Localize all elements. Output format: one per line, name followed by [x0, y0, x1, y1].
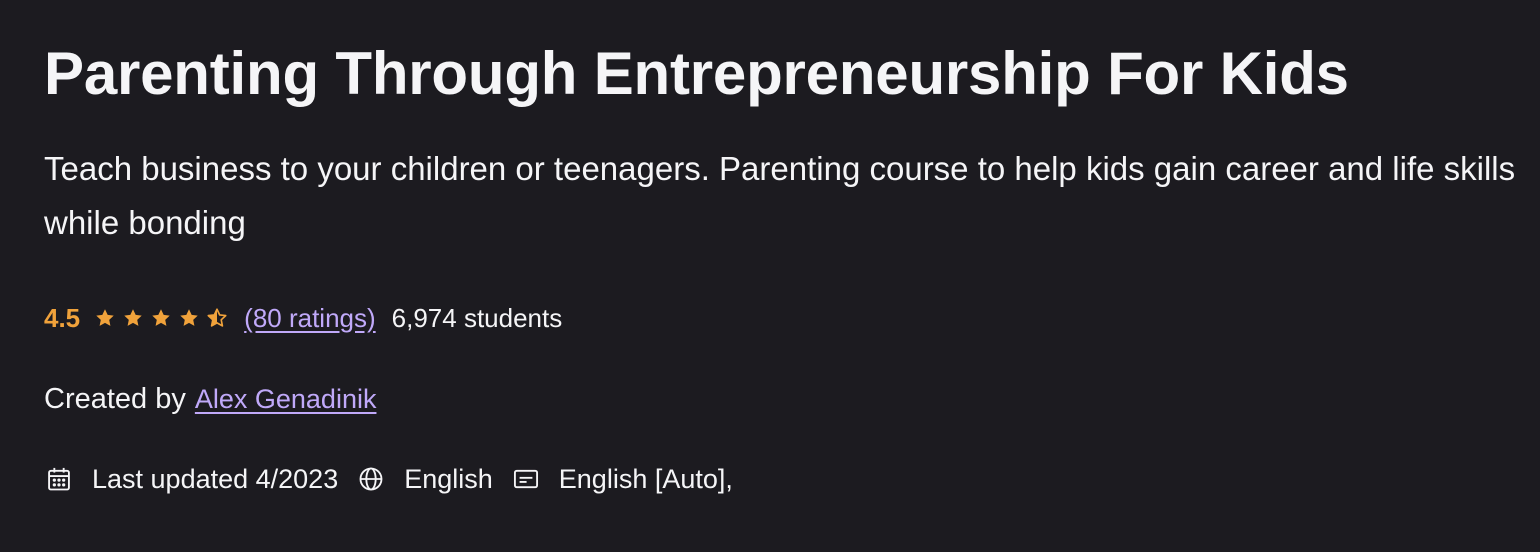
star-icon — [152, 309, 170, 326]
course-meta-row: Last updated 4/2023 English English [Aut… — [44, 460, 733, 498]
rating-score: 4.5 — [44, 302, 81, 333]
last-updated-text: Last updated 4/2023 — [92, 463, 339, 494]
instructor-link[interactable]: Alex Genadinik — [195, 384, 377, 415]
star-icon — [124, 309, 142, 326]
last-updated: Last updated 4/2023 — [44, 464, 338, 495]
globe-icon — [356, 464, 386, 494]
captions-text: English [Auto], — [558, 463, 733, 494]
ratings-count-link[interactable]: (80 ratings) — [244, 303, 376, 334]
star-icon — [180, 309, 198, 326]
creator-row: Created by Alex Genadinik — [44, 380, 376, 418]
star-half-icon — [207, 308, 227, 327]
closed-captions-icon — [511, 464, 541, 494]
course-language: English — [356, 464, 493, 495]
star-rating — [94, 307, 228, 329]
students-count: 6,974 students — [391, 302, 563, 333]
rating-row: 4.5 (80 ratings) 6,974 students — [44, 300, 562, 336]
created-by-label: Created by — [44, 382, 186, 415]
course-subtitle: Teach business to your children or teena… — [44, 150, 1516, 241]
course-captions: English [Auto], — [511, 464, 733, 495]
star-icon — [96, 309, 114, 326]
calendar-icon — [44, 464, 74, 494]
language-text: English — [404, 463, 493, 494]
course-title: Parenting Through Entrepreneurship For K… — [44, 40, 1349, 107]
